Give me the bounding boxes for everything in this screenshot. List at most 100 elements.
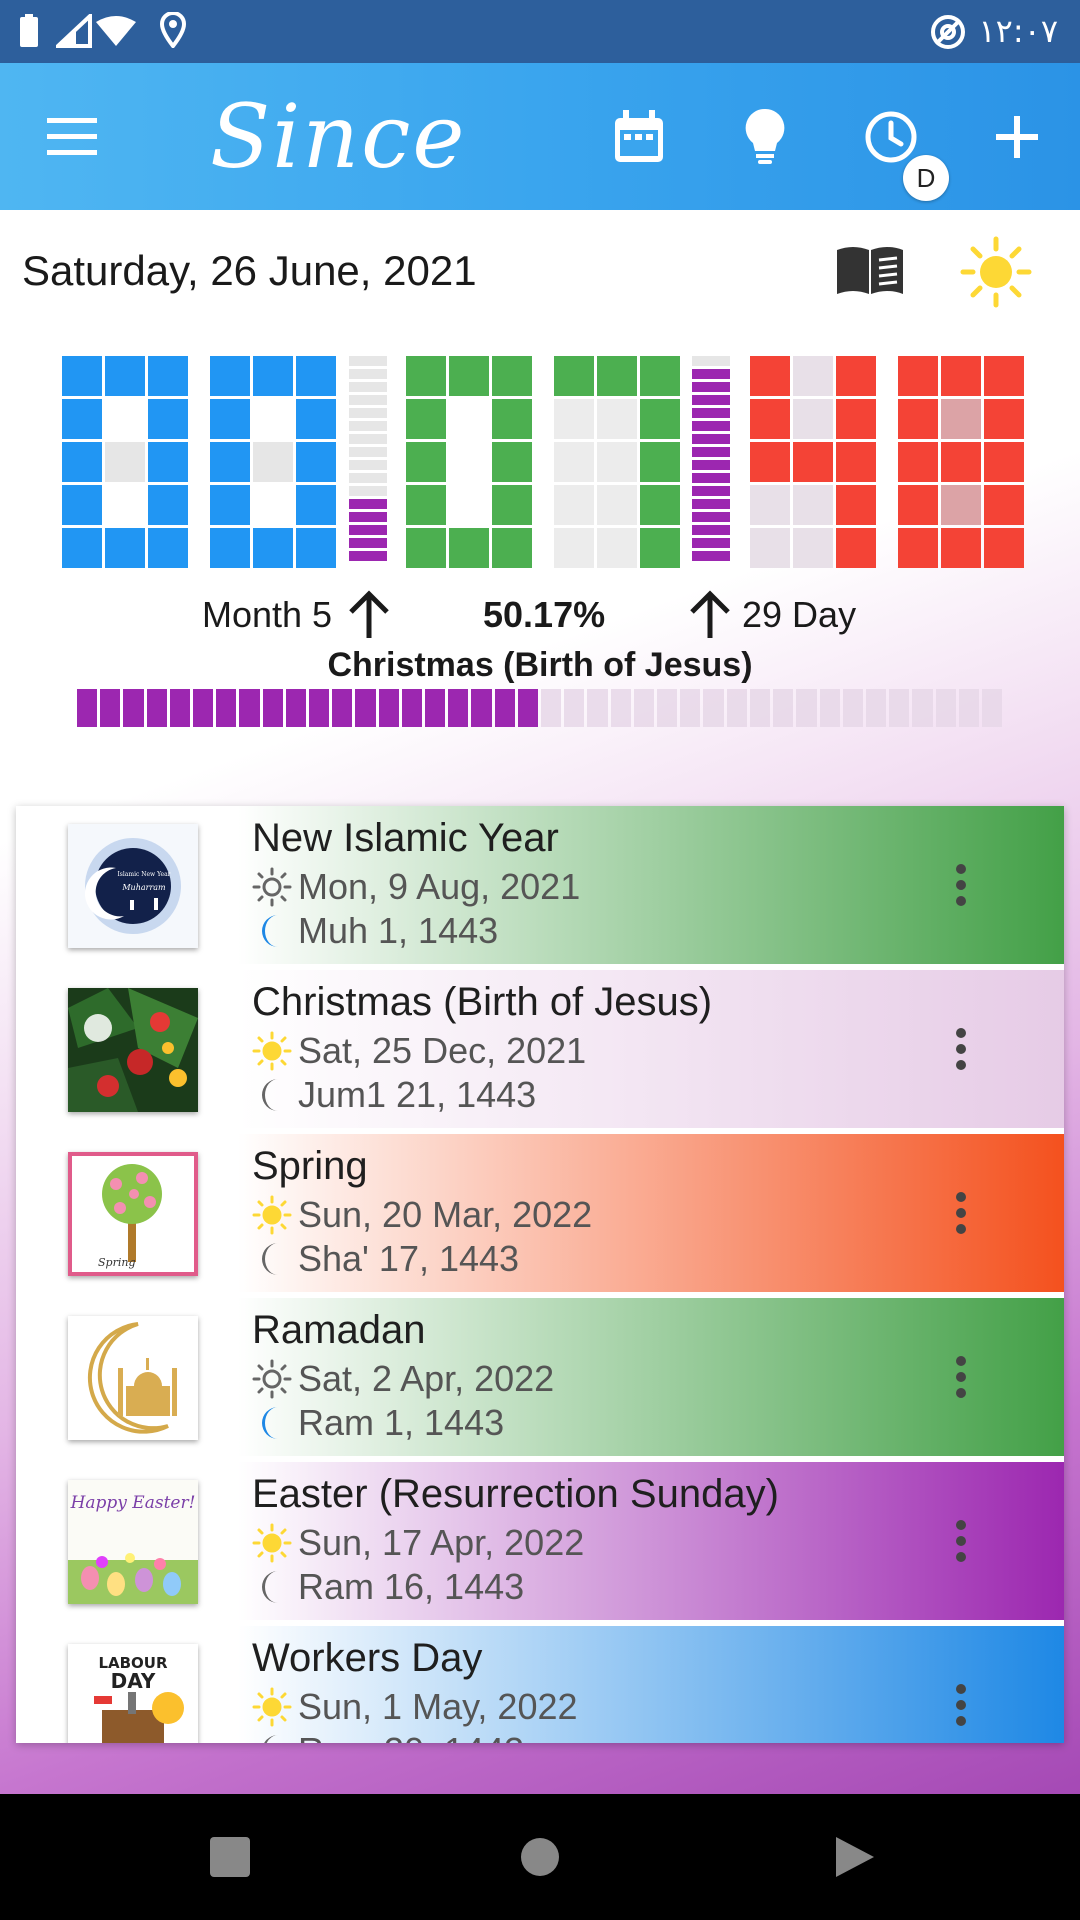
progress-segment — [749, 689, 771, 727]
digit-cell — [836, 399, 876, 439]
hijri-date-text: Ram 16, 1443 — [298, 1566, 525, 1607]
selected-event-title: Christmas (Birth of Jesus) — [327, 646, 753, 684]
more-options-button[interactable] — [946, 1352, 976, 1402]
event-name: New Islamic Year — [252, 816, 559, 860]
digit-cell — [449, 442, 489, 482]
level-cell — [349, 408, 387, 418]
level-separator — [349, 356, 387, 564]
digit-cell — [210, 528, 250, 568]
progress-segment — [587, 689, 608, 727]
more-vert-icon — [956, 1060, 966, 1070]
calendar-button[interactable] — [603, 101, 675, 173]
hijri-date: Ram 30, 1443 — [252, 1730, 524, 1743]
digit-cell — [793, 528, 833, 568]
digit-cell — [62, 442, 102, 482]
level-cell — [692, 473, 730, 483]
digit-cell — [750, 528, 790, 568]
level-cell — [692, 499, 730, 509]
list-item[interactable]: Happy Easter! Easter (Resurrection Sunday… — [16, 1462, 1064, 1622]
sun-icon — [252, 1195, 292, 1235]
digit-cell — [253, 399, 293, 439]
counter-digit — [406, 356, 532, 568]
digit-cell — [554, 485, 594, 525]
add-icon — [996, 116, 1038, 158]
home-icon[interactable] — [520, 1837, 560, 1877]
progress-segment — [239, 689, 260, 727]
digit-cell — [148, 356, 188, 396]
menu-button[interactable] — [36, 101, 108, 173]
level-cell — [692, 525, 730, 535]
digit-cell — [210, 399, 250, 439]
idea-button[interactable] — [729, 101, 801, 173]
progress-segment — [842, 689, 863, 727]
level-cell — [349, 525, 387, 535]
event-name: Workers Day — [252, 1636, 483, 1680]
digit-cell — [406, 399, 446, 439]
progress-segment — [448, 689, 469, 727]
counter-digit — [898, 356, 1024, 568]
list-item[interactable]: Spring Spring Sun, 20 Mar, 2022 Sha' 17, 14… — [16, 1134, 1064, 1294]
gregorian-date: Sun, 1 May, 2022 — [252, 1686, 578, 1728]
recents-icon[interactable] — [210, 1837, 250, 1877]
event-name: Ramadan — [252, 1308, 426, 1352]
digit-cell — [492, 485, 532, 525]
digit-cell — [984, 442, 1024, 482]
digit-cell — [449, 399, 489, 439]
more-options-button[interactable] — [946, 1680, 976, 1730]
progress-segment — [401, 689, 423, 727]
progress-segment — [935, 689, 956, 727]
digit-cell — [597, 442, 637, 482]
digit-cell — [492, 528, 532, 568]
digit-cell — [105, 442, 145, 482]
digit-cell — [984, 485, 1024, 525]
digit-cell — [62, 528, 102, 568]
level-cell — [349, 382, 387, 392]
more-vert-icon — [956, 1552, 966, 1562]
digit-cell — [984, 356, 1024, 396]
thumb-text: Islamic New Year — [117, 871, 170, 878]
more-options-button[interactable] — [946, 1188, 976, 1238]
digit-cell — [210, 356, 250, 396]
digit-cell — [984, 528, 1024, 568]
hijri-date: Muh 1, 1443 — [252, 910, 498, 952]
list-item[interactable]: LABOURDAY Workers Day Sun, 1 May, 2022 Ram … — [16, 1626, 1064, 1743]
digit-cell — [941, 356, 981, 396]
back-icon[interactable] — [834, 1835, 876, 1879]
digit-cell — [148, 442, 188, 482]
digit-cell — [750, 442, 790, 482]
digit-cell — [62, 356, 102, 396]
more-options-button[interactable] — [946, 1516, 976, 1566]
arrow-up-icon — [690, 590, 730, 638]
list-item[interactable]: Islamic New Year Muharram New Islamic Year… — [16, 806, 1064, 966]
digit-cell — [253, 356, 293, 396]
level-cell — [692, 460, 730, 470]
event-list[interactable]: Islamic New Year Muharram New Islamic Year… — [16, 806, 1064, 1743]
digit-cell — [554, 528, 594, 568]
level-cell — [692, 421, 730, 431]
christmas-thumbnail — [68, 988, 198, 1112]
level-separator — [692, 356, 730, 564]
theme-button[interactable] — [960, 236, 1032, 313]
list-item[interactable]: Ramadan Sat, 2 Apr, 2022 Ram 1, 1443 — [16, 1298, 1064, 1458]
level-cell — [692, 369, 730, 379]
progress-segment — [355, 689, 376, 727]
add-button[interactable] — [981, 101, 1053, 173]
progress-segment — [912, 689, 933, 727]
more-vert-icon — [956, 1028, 966, 1038]
digit-cell — [640, 399, 680, 439]
level-cell — [349, 356, 387, 366]
list-item[interactable]: Christmas (Birth of Jesus) Sat, 25 Dec, 2… — [16, 970, 1064, 1130]
level-cell — [349, 369, 387, 379]
progress-segment — [193, 689, 214, 727]
more-options-button[interactable] — [946, 1024, 976, 1074]
profile-badge[interactable]: D — [903, 155, 949, 201]
progress-segment — [773, 689, 794, 727]
level-cell — [692, 382, 730, 392]
more-options-button[interactable] — [946, 860, 976, 910]
progress-segment — [889, 689, 910, 727]
sun-icon — [252, 1523, 292, 1563]
hijri-date: Sha' 17, 1443 — [252, 1238, 519, 1280]
level-cell — [692, 512, 730, 522]
book-button[interactable] — [835, 244, 905, 301]
level-cell — [692, 551, 730, 561]
